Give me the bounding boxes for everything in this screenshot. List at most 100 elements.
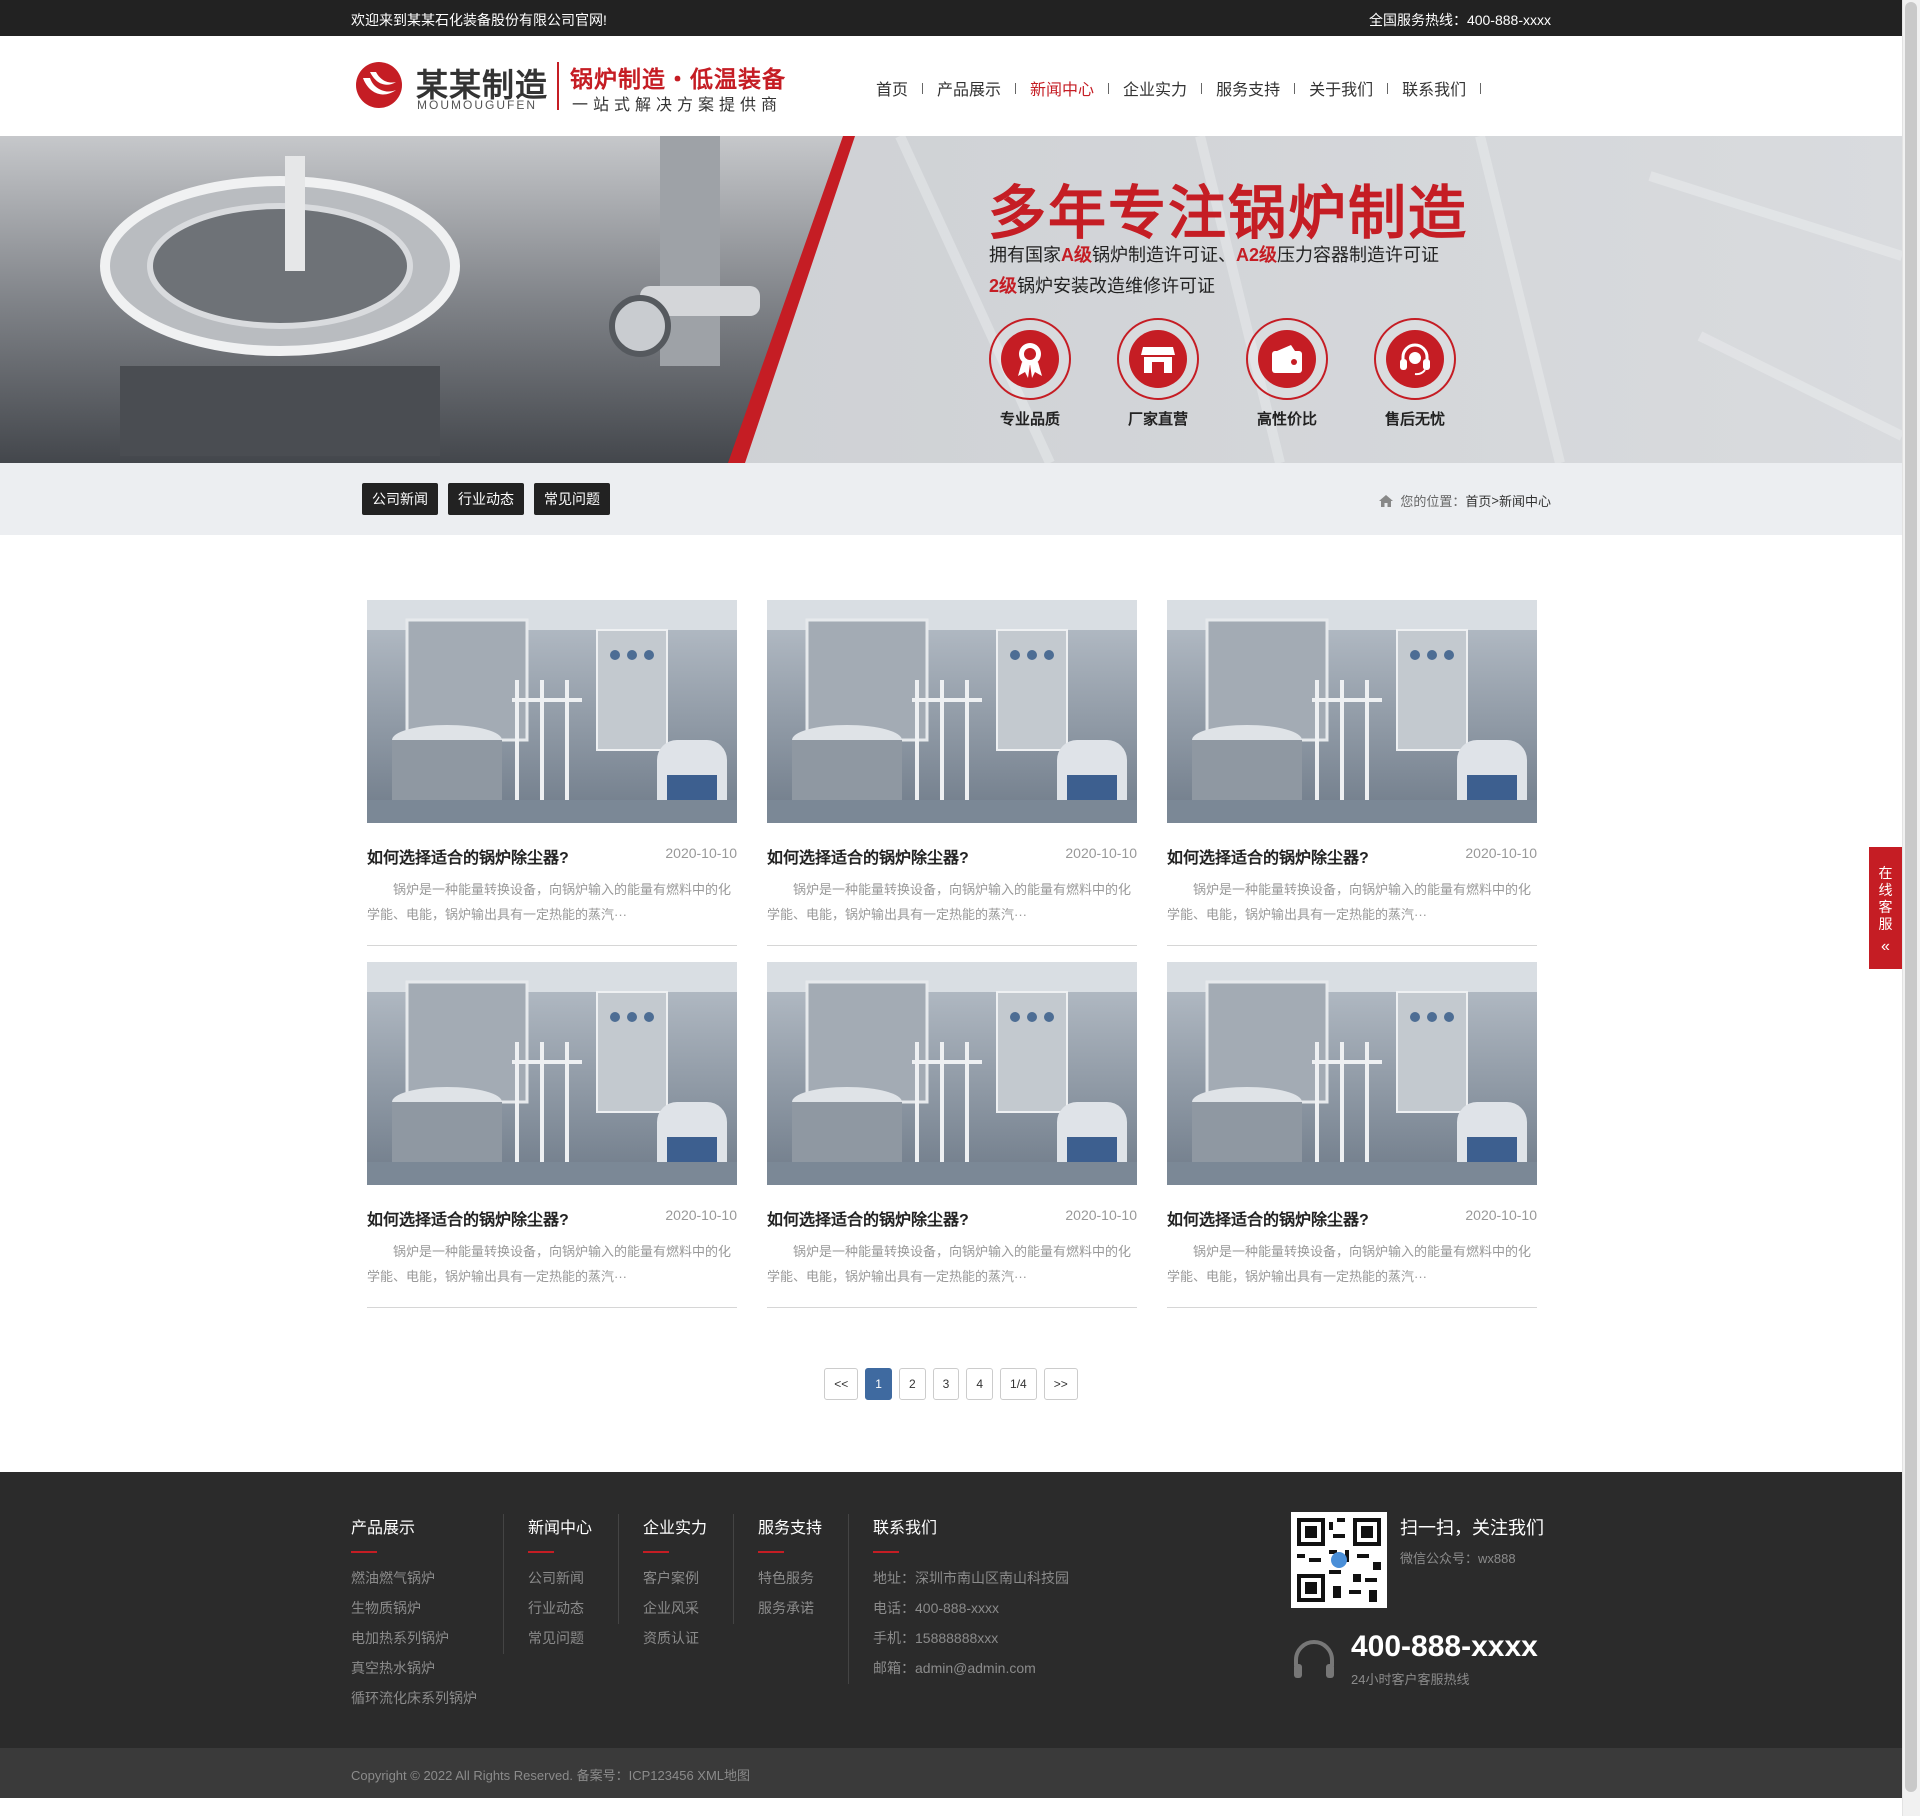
nav-support[interactable]: 服务支持 bbox=[1202, 76, 1294, 100]
breadcrumb-current[interactable]: 新闻中心 bbox=[1499, 491, 1551, 510]
vertical-scrollbar[interactable] bbox=[1902, 0, 1920, 1816]
news-thumbnail[interactable] bbox=[767, 600, 1137, 823]
logo-mark-icon[interactable] bbox=[354, 60, 404, 110]
nav-about[interactable]: 关于我们 bbox=[1295, 76, 1387, 100]
footer-link[interactable]: 特色服务 bbox=[758, 1563, 822, 1593]
news-title[interactable]: 如何选择适合的锅炉除尘器? bbox=[1167, 844, 1369, 868]
page-3-button[interactable]: 3 bbox=[932, 1368, 960, 1400]
page-2-button[interactable]: 2 bbox=[898, 1368, 926, 1400]
news-title[interactable]: 如何选择适合的锅炉除尘器? bbox=[367, 844, 569, 868]
footer-column: 企业实力客户案例 企业风采 资质认证 bbox=[643, 1514, 707, 1653]
site-header: 某某制造 MOUMOUGUFEN 锅炉制造・低温装备 一站式解决方案提供商 首页… bbox=[0, 36, 1902, 136]
breadcrumb-prefix: 您的位置： bbox=[1400, 494, 1466, 509]
footer-column-heading[interactable]: 产品展示 bbox=[351, 1514, 477, 1538]
news-title[interactable]: 如何选择适合的锅炉除尘器? bbox=[767, 844, 969, 868]
nav-strength[interactable]: 企业实力 bbox=[1109, 76, 1201, 100]
copyright-text: Copyright © 2022 All Rights Reserved. 备案… bbox=[351, 1768, 751, 1783]
footer-link[interactable]: 地址：深圳市南山区南山科技园 bbox=[873, 1563, 1069, 1593]
footer-column: 新闻中心公司新闻 行业动态 常见问题 bbox=[528, 1514, 592, 1653]
card-divider bbox=[367, 1307, 737, 1308]
tab-faq[interactable]: 常见问题 bbox=[534, 483, 610, 515]
card-divider bbox=[767, 945, 1137, 946]
footer-link[interactable]: 电话：400-888-xxxx bbox=[873, 1593, 1069, 1623]
news-thumbnail-image bbox=[1167, 600, 1537, 823]
welcome-text: 欢迎来到某某石化装备股份有限公司官网! bbox=[351, 12, 607, 28]
nav-contact[interactable]: 联系我们 bbox=[1388, 76, 1480, 100]
nav-news[interactable]: 新闻中心 bbox=[1016, 76, 1108, 100]
footer-link[interactable]: 客户案例 bbox=[643, 1563, 707, 1593]
wechat-qr-code bbox=[1291, 1512, 1387, 1608]
news-thumbnail[interactable] bbox=[367, 962, 737, 1185]
license-grade: A2级 bbox=[1236, 245, 1278, 265]
footer-link[interactable]: 生物质锅炉 bbox=[351, 1593, 477, 1623]
site-footer: 产品展示燃油燃气锅炉 生物质锅炉 电加热系列锅炉 真空热水锅炉 循环流化床系列锅炉 新闻中… bbox=[0, 1472, 1902, 1748]
footer-heading-underline bbox=[643, 1551, 669, 1553]
footer-heading-underline bbox=[758, 1551, 784, 1553]
news-thumbnail-image bbox=[1167, 962, 1537, 1185]
top-bar: 欢迎来到某某石化装备股份有限公司官网! 全国服务热线：400-888-xxxx bbox=[0, 0, 1902, 36]
footer-column-heading[interactable]: 联系我们 bbox=[873, 1514, 1069, 1538]
news-card[interactable]: 如何选择适合的锅炉除尘器? 2020-10-10 锅炉是一种能量转换设备，向锅炉… bbox=[367, 600, 737, 946]
next-page-button[interactable]: >> bbox=[1043, 1368, 1078, 1400]
license-grade: 2级 bbox=[989, 276, 1018, 296]
footer-link[interactable]: 电加热系列锅炉 bbox=[351, 1623, 477, 1653]
news-title[interactable]: 如何选择适合的锅炉除尘器? bbox=[1167, 1206, 1369, 1230]
footer-hotline[interactable]: 400-888-xxxx bbox=[1351, 1630, 1538, 1664]
scan-follow-title: 扫一扫，关注我们 bbox=[1400, 1518, 1544, 1538]
online-service-button[interactable]: 在 线 客 服 « bbox=[1869, 847, 1902, 969]
footer-column-heading[interactable]: 企业实力 bbox=[643, 1514, 707, 1538]
logo-divider bbox=[557, 62, 559, 110]
footer-divider bbox=[848, 1514, 849, 1684]
license-text: 拥有国家 bbox=[989, 245, 1061, 265]
footer-link[interactable]: 邮箱：admin@admin.com bbox=[873, 1653, 1069, 1683]
news-thumbnail-image bbox=[367, 600, 737, 823]
tab-industry-news[interactable]: 行业动态 bbox=[448, 483, 524, 515]
footer-link[interactable]: 资质认证 bbox=[643, 1623, 707, 1653]
news-thumbnail[interactable] bbox=[767, 962, 1137, 1185]
footer-link[interactable]: 循环流化床系列锅炉 bbox=[351, 1683, 477, 1713]
news-date: 2020-10-10 bbox=[1465, 845, 1537, 861]
footer-link[interactable]: 手机：15888888xxx bbox=[873, 1623, 1069, 1653]
footer-heading-underline bbox=[873, 1551, 899, 1553]
news-card[interactable]: 如何选择适合的锅炉除尘器? 2020-10-10 锅炉是一种能量转换设备，向锅炉… bbox=[1167, 600, 1537, 946]
feature-label: 高性价比 bbox=[1256, 411, 1317, 428]
news-card[interactable]: 如何选择适合的锅炉除尘器? 2020-10-10 锅炉是一种能量转换设备，向锅炉… bbox=[367, 962, 737, 1308]
footer-divider bbox=[503, 1514, 504, 1654]
footer-link[interactable]: 服务承诺 bbox=[758, 1593, 822, 1623]
news-thumbnail-image bbox=[767, 962, 1137, 1185]
prev-page-button[interactable]: << bbox=[824, 1368, 859, 1400]
footer-heading-underline bbox=[528, 1551, 554, 1553]
tab-company-news[interactable]: 公司新闻 bbox=[362, 483, 438, 515]
news-title[interactable]: 如何选择适合的锅炉除尘器? bbox=[367, 1206, 569, 1230]
nav-products[interactable]: 产品展示 bbox=[923, 76, 1015, 100]
page: 欢迎来到某某石化装备股份有限公司官网! 全国服务热线：400-888-xxxx … bbox=[0, 0, 1902, 1816]
breadcrumb-home[interactable]: 首页 bbox=[1465, 491, 1491, 510]
footer-link[interactable]: 企业风采 bbox=[643, 1593, 707, 1623]
news-card[interactable]: 如何选择适合的锅炉除尘器? 2020-10-10 锅炉是一种能量转换设备，向锅炉… bbox=[1167, 962, 1537, 1308]
qr-code-icon bbox=[1297, 1518, 1381, 1602]
news-thumbnail-image bbox=[367, 962, 737, 1185]
award-ribbon-icon bbox=[1018, 343, 1042, 378]
scrollbar-thumb[interactable] bbox=[1905, 2, 1917, 1792]
footer-link[interactable]: 燃油燃气锅炉 bbox=[351, 1563, 477, 1593]
nav-home[interactable]: 首页 bbox=[862, 76, 922, 100]
footer-divider bbox=[733, 1514, 734, 1624]
news-date: 2020-10-10 bbox=[1065, 845, 1137, 861]
footer-heading-underline bbox=[351, 1551, 377, 1553]
news-card[interactable]: 如何选择适合的锅炉除尘器? 2020-10-10 锅炉是一种能量转换设备，向锅炉… bbox=[767, 962, 1137, 1308]
page-4-button[interactable]: 4 bbox=[966, 1368, 994, 1400]
news-card[interactable]: 如何选择适合的锅炉除尘器? 2020-10-10 锅炉是一种能量转换设备，向锅炉… bbox=[767, 600, 1137, 946]
page-1-button[interactable]: 1 bbox=[865, 1368, 892, 1400]
news-title[interactable]: 如何选择适合的锅炉除尘器? bbox=[767, 1206, 969, 1230]
footer-column-heading[interactable]: 服务支持 bbox=[758, 1514, 822, 1538]
footer-column-heading[interactable]: 新闻中心 bbox=[528, 1514, 592, 1538]
news-thumbnail[interactable] bbox=[367, 600, 737, 823]
footer-link[interactable]: 公司新闻 bbox=[528, 1563, 592, 1593]
news-thumbnail[interactable] bbox=[1167, 962, 1537, 1185]
news-thumbnail[interactable] bbox=[1167, 600, 1537, 823]
footer-link[interactable]: 真空热水锅炉 bbox=[351, 1653, 477, 1683]
footer-link[interactable]: 行业动态 bbox=[528, 1593, 592, 1623]
feature-label: 专业品质 bbox=[999, 411, 1060, 428]
hotline-text: 全国服务热线：400-888-xxxx bbox=[1368, 12, 1551, 28]
footer-link[interactable]: 常见问题 bbox=[528, 1623, 592, 1653]
